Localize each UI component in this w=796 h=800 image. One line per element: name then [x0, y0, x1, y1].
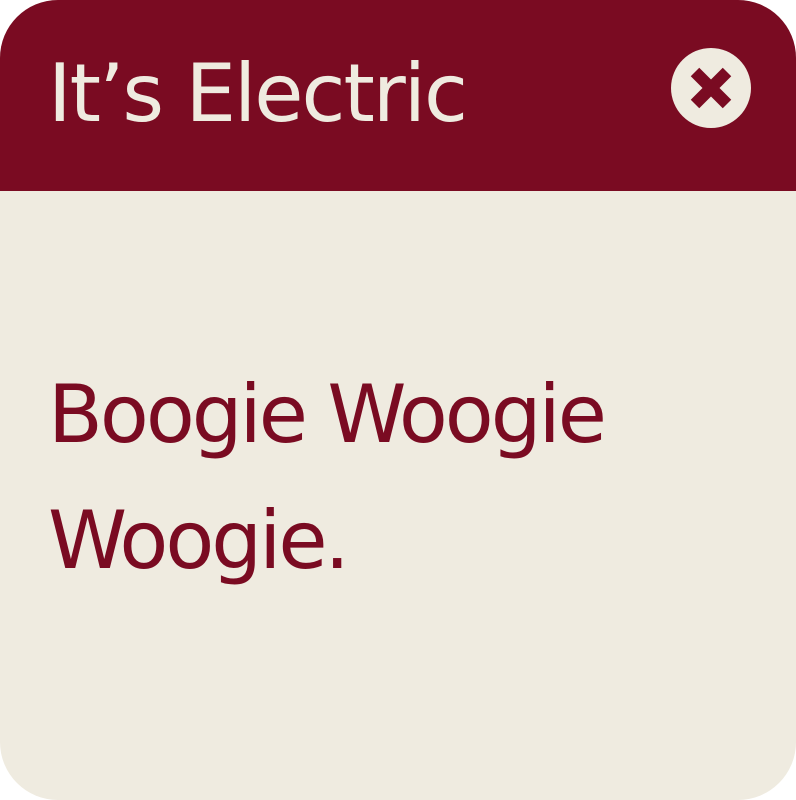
dialog-title: It’s Electric — [48, 47, 468, 140]
close-button[interactable] — [671, 48, 751, 128]
dialog-message: Boogie Woogie Woogie. — [48, 368, 607, 587]
dialog-header: It’s Electric — [0, 0, 796, 191]
dialog-window: It’s Electric Boogie Woogie Woogie. — [0, 0, 796, 800]
close-icon — [690, 67, 732, 109]
